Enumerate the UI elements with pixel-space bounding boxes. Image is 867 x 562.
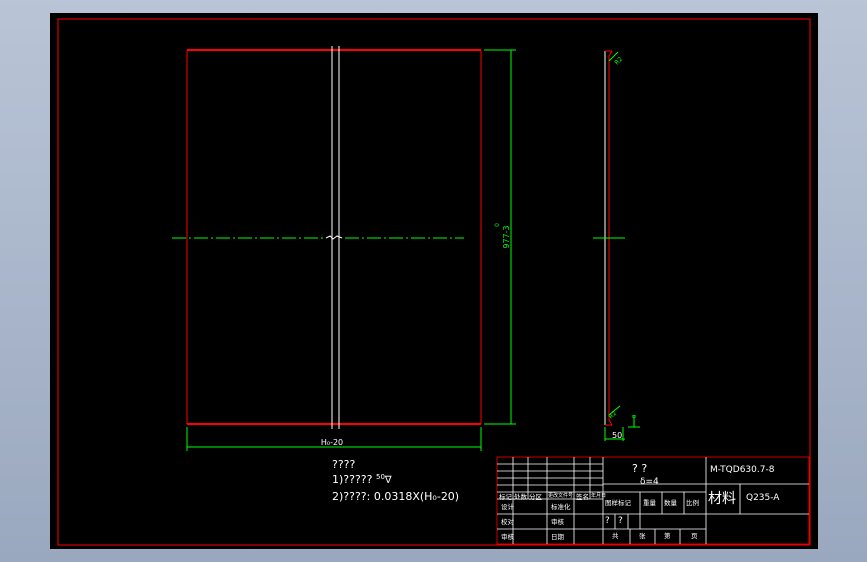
tb-part-name: ? ? (632, 462, 648, 475)
tb-stage-label: 图样标记 (605, 499, 631, 507)
height-dim-label: 977-3 (502, 225, 511, 248)
tb-material-value: Q235-A (746, 493, 780, 503)
note-1-text: 1)????? (332, 473, 376, 486)
tb-header-date: 年月日 (591, 493, 607, 499)
tb-page: 页 (691, 532, 698, 540)
break-symbol (325, 235, 343, 240)
tb-std-label-2: 审核 (551, 518, 564, 526)
roughness-symbol: 50 (375, 473, 385, 481)
height-dim-tolerance: 0 (494, 223, 501, 227)
note-line-2: 2)????: 0.0318X(H₀-20) (332, 490, 460, 503)
width-dim-label: H₀-20 (321, 438, 343, 447)
tb-header-change-doc: 更改文件号 (548, 493, 574, 499)
cad-viewport[interactable]: H₀-20 977-3 0 R2 R2 50 8 ???? 1)????? 50… (50, 13, 818, 549)
tb-scale-label: 比例 (686, 499, 699, 507)
plate-front-view (172, 46, 482, 429)
tb-stage-mark-1: ? (605, 516, 610, 526)
tb-sheet: 张 (639, 532, 646, 540)
tb-page-no: 第 (664, 532, 671, 540)
tb-header-mark: 标记 (499, 493, 512, 501)
tb-header-sign: 签名 (576, 493, 589, 501)
tb-role-design: 设计 (501, 503, 514, 511)
tb-drawing-number: M-TQD630.7-8 (710, 465, 775, 475)
height-dimension: 977-3 0 (484, 49, 516, 425)
thickness-label: 50 (612, 431, 622, 440)
note-line-1: 1)????? 50∇ (332, 472, 459, 489)
tb-role-check: 校对 (501, 518, 514, 526)
tb-std-label-3: 日期 (551, 533, 564, 541)
tb-thickness: δ=4 (640, 477, 659, 487)
plate-side-view: R2 R2 50 8 (593, 50, 640, 441)
notes-heading: ???? (332, 458, 356, 471)
tb-sheet-total: 共 (612, 532, 619, 540)
tb-stage-mark-2: ? (618, 516, 623, 526)
tb-role-review: 审核 (501, 533, 514, 541)
tb-material-label: 材料 (708, 491, 736, 507)
side-tolerance-label: 8 (632, 415, 638, 418)
tb-count-label: 数量 (664, 499, 677, 507)
roughness-icon: ∇ (384, 475, 392, 486)
width-dimension: H₀-20 (186, 427, 482, 451)
tb-std-label-1: 标准化 (551, 503, 571, 511)
tb-weight-label: 重量 (643, 499, 656, 507)
chamfer-top-label: R2 (613, 56, 624, 67)
tb-header-zone: 分区 (529, 493, 542, 501)
tb-header-count: 处数 (514, 493, 527, 501)
technical-notes: ???? 1)????? 50∇ 2)????: 0.0318X(H₀-20) (332, 457, 459, 504)
